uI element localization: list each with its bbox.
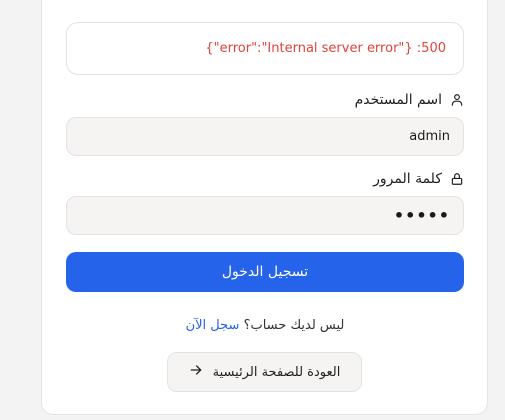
login-button-label: تسجيل الدخول (221, 264, 309, 280)
password-label-text: كلمة المرور (373, 171, 442, 187)
password-input[interactable]: ••••• (66, 196, 464, 235)
lock-icon (450, 172, 464, 186)
login-button[interactable]: تسجيل الدخول (66, 252, 464, 292)
signup-link[interactable]: سجل الآن (186, 318, 240, 333)
back-home-label: العودة للصفحة الرئيسية (212, 364, 341, 380)
back-home-button[interactable]: العودة للصفحة الرئيسية (167, 352, 362, 392)
signup-prompt-row: ليس لديك حساب؟ سجل الآن (66, 318, 464, 333)
username-value: admin (409, 129, 450, 144)
username-input[interactable]: admin (66, 117, 464, 156)
user-icon (450, 93, 464, 107)
password-value: ••••• (393, 206, 450, 225)
username-label: اسم المستخدم (355, 92, 464, 108)
error-alert: {"error":"Internal server error"} :500 (66, 22, 464, 75)
error-message: {"error":"Internal server error"} :500 (205, 41, 446, 56)
password-label: كلمة المرور (373, 171, 464, 187)
arrow-right-icon (189, 363, 203, 381)
signup-prompt: ليس لديك حساب؟ (243, 318, 345, 333)
username-label-text: اسم المستخدم (354, 92, 442, 108)
